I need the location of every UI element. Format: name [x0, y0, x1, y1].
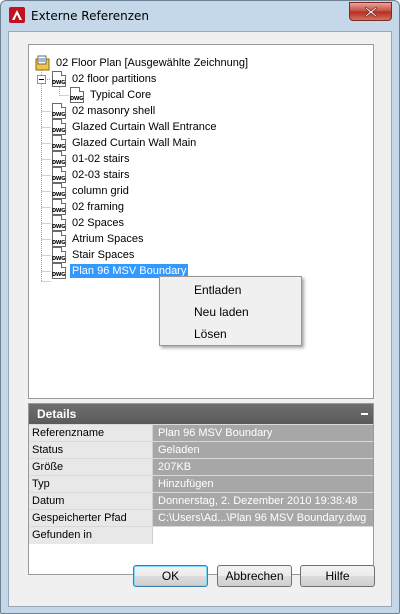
tree-item-label: 02 Spaces	[72, 217, 124, 229]
cancel-button[interactable]: Abbrechen	[217, 565, 292, 587]
tree-root-label: 02 Floor Plan [Ausgewählte Zeichnung]	[56, 57, 249, 69]
dwg-file-icon	[52, 263, 66, 279]
property-key: Gefunden in	[32, 529, 92, 541]
close-icon	[365, 7, 377, 17]
property-value: Donnerstag, 2. Dezember 2010 19:38:48	[158, 495, 358, 507]
property-value: Geladen	[158, 444, 200, 456]
dwg-file-icon	[52, 231, 66, 247]
details-title: Details	[37, 407, 77, 421]
cancel-button-label: Abbrechen	[225, 569, 284, 583]
tree-item-label: Stair Spaces	[72, 249, 135, 261]
property-row: Typ Hinzufügen	[29, 475, 373, 493]
tree-item-label: 02 framing	[72, 201, 124, 213]
xref-dialog: Externe Referenzen 02 Floor Plan [Ausgew…	[0, 0, 400, 614]
menu-item-label: Neu laden	[194, 305, 249, 319]
window-title: Externe Referenzen	[31, 9, 150, 23]
tree-item-label: Atrium Spaces	[72, 233, 144, 245]
dwg-file-icon	[52, 103, 66, 119]
dwg-file-icon	[52, 135, 66, 151]
dwg-file-icon	[52, 119, 66, 135]
ok-button-label: OK	[161, 569, 180, 583]
tree-item-label: 02 masonry shell	[72, 105, 156, 117]
property-row: Referenzname Plan 96 MSV Boundary	[29, 424, 373, 442]
dwg-file-icon	[70, 87, 84, 103]
title-bar[interactable]: Externe Referenzen	[1, 1, 399, 31]
property-key: Referenzname	[32, 427, 105, 439]
property-value: Hinzufügen	[158, 478, 214, 490]
property-row: Datum Donnerstag, 2. Dezember 2010 19:38…	[29, 492, 373, 510]
property-row: Status Geladen	[29, 441, 373, 459]
dwg-file-icon	[52, 151, 66, 167]
tree-item-label: 02 floor partitions	[72, 73, 157, 85]
property-row: Gefunden in	[29, 526, 373, 544]
property-value: 207KB	[158, 461, 192, 473]
drawing-root-icon	[35, 55, 50, 71]
autocad-app-icon	[9, 7, 25, 23]
property-key: Datum	[32, 495, 65, 507]
menu-item-detach[interactable]: Lösen	[160, 323, 301, 345]
dwg-file-icon	[52, 199, 66, 215]
property-key: Typ	[32, 478, 50, 490]
property-row: Gespeicherter Pfad C:\Users\Ad...\Plan 9…	[29, 509, 373, 527]
dwg-file-icon	[52, 183, 66, 199]
dwg-file-icon	[52, 215, 66, 231]
property-value: Plan 96 MSV Boundary	[158, 427, 273, 439]
tree-item-label: Glazed Curtain Wall Entrance	[72, 121, 217, 133]
tree-item-label: Glazed Curtain Wall Main	[72, 137, 197, 149]
context-menu: Entladen Neu laden Lösen	[159, 276, 302, 346]
property-key: Gespeicherter Pfad	[32, 512, 127, 524]
help-button-label: Hilfe	[325, 569, 350, 583]
property-row: Größe 207KB	[29, 458, 373, 476]
close-button[interactable]	[349, 2, 392, 21]
menu-item-label: Lösen	[194, 327, 227, 341]
dwg-file-icon	[52, 71, 66, 87]
property-key: Status	[32, 444, 64, 456]
tree-item-label: 02-03 stairs	[72, 169, 130, 181]
menu-item-reload[interactable]: Neu laden	[160, 301, 301, 323]
details-panel: Details Referenzname Plan 96 MSV Boundar…	[28, 403, 374, 575]
tree-item-label: 01-02 stairs	[72, 153, 130, 165]
dwg-file-icon	[52, 247, 66, 263]
collapse-minus-icon[interactable]	[361, 413, 368, 415]
tree-item-label: column grid	[72, 185, 129, 197]
ok-button[interactable]: OK	[133, 565, 208, 587]
dwg-file-icon	[52, 167, 66, 183]
property-key: Größe	[32, 461, 64, 473]
details-header[interactable]: Details	[29, 404, 373, 424]
property-value: C:\Users\Ad...\Plan 96 MSV Boundary.dwg	[158, 512, 367, 524]
tree-item-label: Typical Core	[90, 89, 152, 101]
collapse-node-toggle[interactable]	[37, 75, 46, 84]
menu-item-label: Entladen	[194, 283, 242, 297]
help-button[interactable]: Hilfe	[300, 565, 375, 587]
menu-item-unload[interactable]: Entladen	[160, 279, 301, 301]
